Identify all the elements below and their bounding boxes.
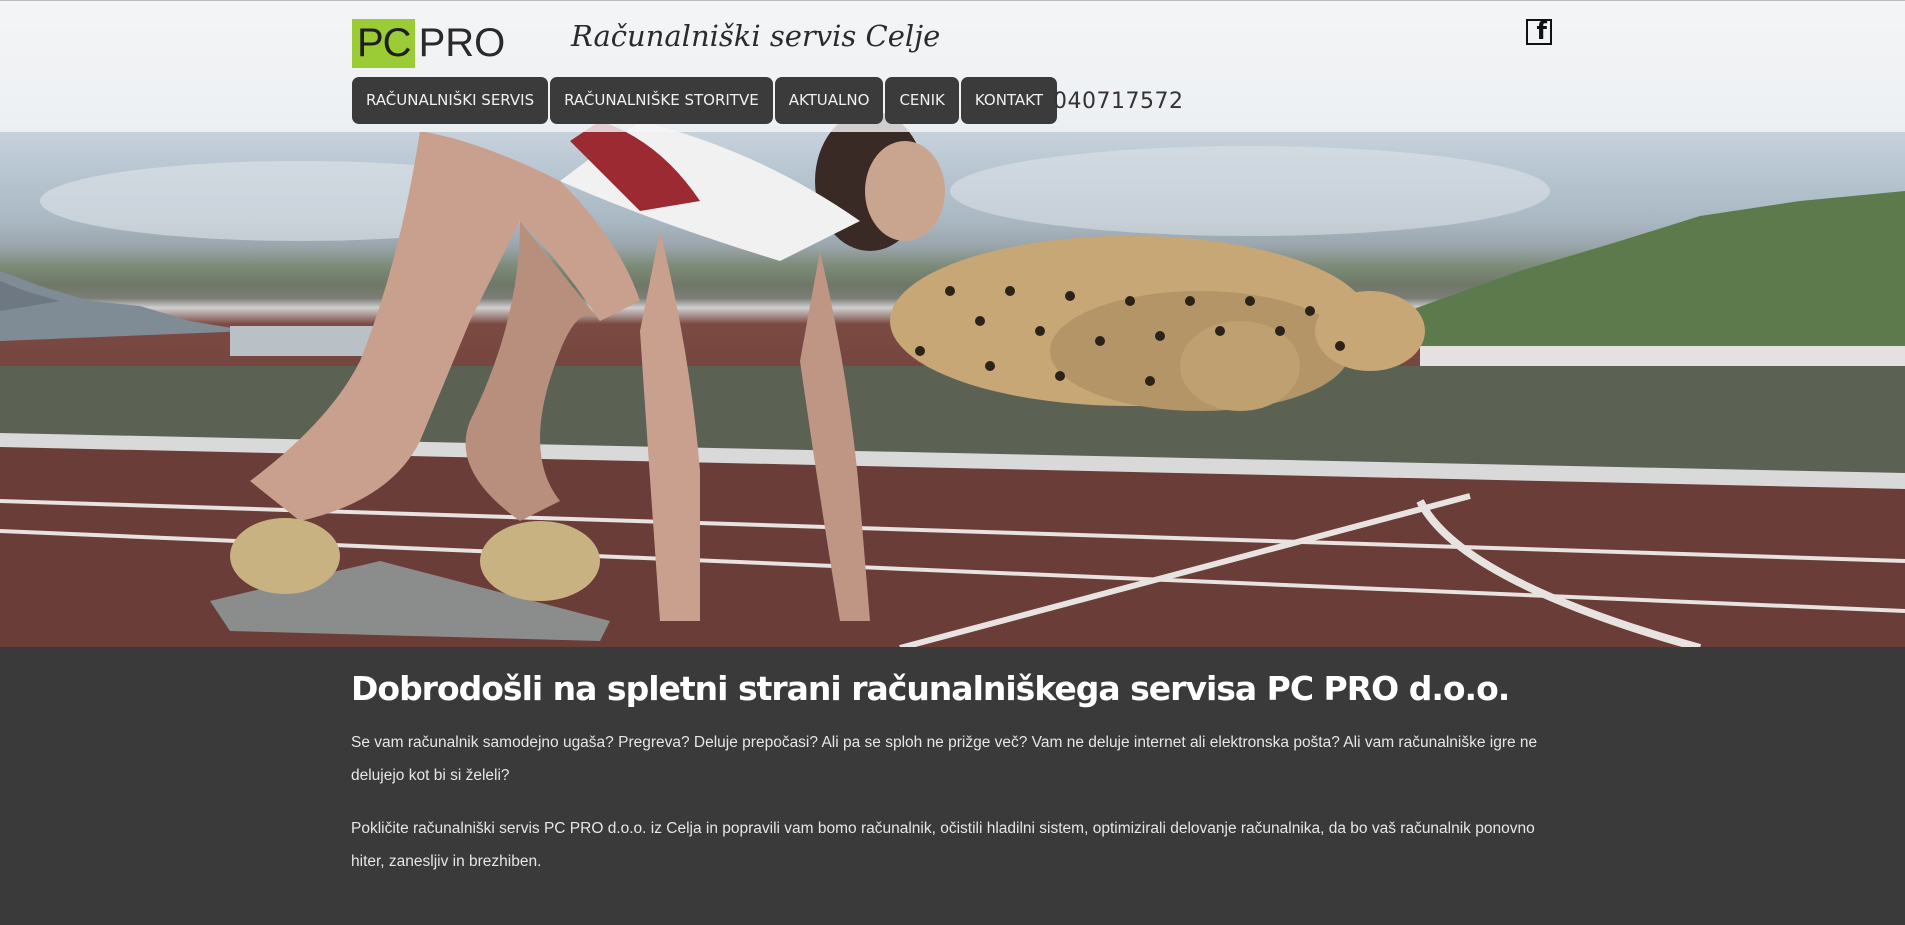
- nav-item-racunalniske-storitve[interactable]: RAČUNALNIŠKE STORITVE: [550, 77, 773, 124]
- nav-item-racunalniski-servis[interactable]: RAČUNALNIŠKI SERVIS: [352, 77, 549, 124]
- logo-pro: PRO: [418, 21, 506, 65]
- service-paragraph: Pokličite računalniški servis PC PRO d.o…: [351, 820, 1535, 870]
- main-content: Dobrodošli na spletni strani računalnišk…: [0, 647, 1905, 925]
- facebook-icon[interactable]: f: [1526, 19, 1552, 45]
- page-title: Dobrodošli na spletni strani računalnišk…: [351, 669, 1510, 708]
- nav-item-cenik[interactable]: CENIK: [885, 77, 959, 124]
- site-tagline: Računalniški servis Celje: [571, 19, 941, 53]
- intro-paragraph: Se vam računalnik samodejno ugaša? Pregr…: [351, 734, 1538, 784]
- hero-banner: PC PRO Računalniški servis Celje f RAČUN…: [0, 0, 1905, 647]
- phone-number[interactable]: 040717572: [1053, 89, 1183, 114]
- nav-item-kontakt[interactable]: KONTAKT: [960, 77, 1058, 124]
- site-logo[interactable]: PC PRO: [352, 19, 505, 68]
- nav-item-aktualno[interactable]: AKTUALNO: [774, 77, 884, 124]
- logo-pc: PC: [352, 19, 415, 68]
- main-nav: RAČUNALNIŠKI SERVIS RAČUNALNIŠKE STORITV…: [352, 77, 1058, 124]
